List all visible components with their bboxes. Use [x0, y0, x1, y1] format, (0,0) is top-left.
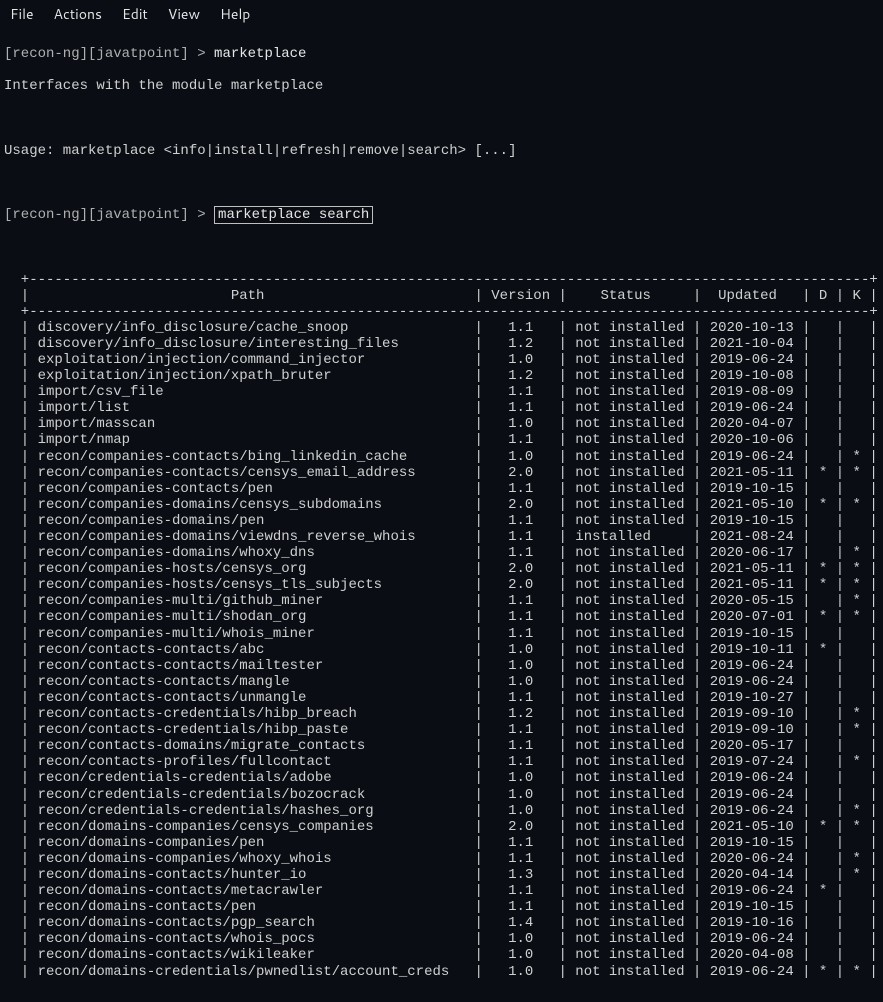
table-row: | recon/domains-companies/whoxy_whois | … [4, 851, 879, 867]
table-row: | recon/credentials-credentials/hashes_o… [4, 803, 879, 819]
table-row: | recon/companies-multi/whois_miner | 1.… [4, 626, 879, 642]
table-row: | import/nmap | 1.1 | not installed | 20… [4, 432, 879, 448]
command-2-highlighted: marketplace search [214, 206, 373, 224]
table-row: | recon/domains-contacts/pgp_search | 1.… [4, 915, 879, 931]
command-1: marketplace [214, 46, 306, 62]
table-row: | recon/contacts-domains/migrate_contact… [4, 738, 879, 754]
table-row: | recon/contacts-credentials/hibp_breach… [4, 706, 879, 722]
table-border: +---------------------------------------… [4, 272, 879, 288]
table-row: | recon/companies-domains/viewdns_revers… [4, 529, 879, 545]
table-row: | recon/contacts-contacts/mailtester | 1… [4, 658, 879, 674]
terminal-output[interactable]: [recon-ng][javatpoint] > marketplace Int… [0, 30, 883, 1002]
table-row: | exploitation/injection/xpath_bruter | … [4, 368, 879, 384]
table-row: | recon/companies-hosts/censys_tls_subje… [4, 577, 879, 593]
menu-bar: File Actions Edit View Help [0, 0, 883, 30]
menu-help[interactable]: Help [220, 6, 250, 22]
table-row: | recon/companies-hosts/censys_org | 2.0… [4, 561, 879, 577]
interface-line: Interfaces with the module marketplace [4, 78, 879, 94]
table-row: | recon/companies-contacts/pen | 1.1 | n… [4, 481, 879, 497]
table-border: +---------------------------------------… [4, 304, 879, 320]
prompt-context: [recon-ng][javatpoint] [4, 207, 197, 223]
table-row: | recon/domains-contacts/whois_pocs | 1.… [4, 931, 879, 947]
menu-edit[interactable]: Edit [122, 6, 148, 22]
table-row: | import/masscan | 1.0 | not installed |… [4, 416, 879, 432]
table-row: | recon/companies-contacts/bing_linkedin… [4, 449, 879, 465]
table-row: | recon/companies-domains/whoxy_dns | 1.… [4, 545, 879, 561]
table-row: | recon/domains-companies/censys_compani… [4, 819, 879, 835]
menu-file[interactable]: File [10, 6, 34, 22]
table-row: | recon/companies-multi/github_miner | 1… [4, 593, 879, 609]
table-row: | recon/domains-contacts/hunter_io | 1.3… [4, 867, 879, 883]
table-row: | recon/domains-companies/pen | 1.1 | no… [4, 835, 879, 851]
table-row: | recon/domains-contacts/metacrawler | 1… [4, 883, 879, 899]
table-row: | recon/contacts-contacts/mangle | 1.0 |… [4, 674, 879, 690]
menu-view[interactable]: View [168, 6, 200, 22]
table-row: | import/list | 1.1 | not installed | 20… [4, 400, 879, 416]
prompt-context: [recon-ng][javatpoint] [4, 46, 197, 62]
prompt-caret: > [197, 46, 214, 62]
table-header: | Path | Version | Status | Updated | D … [4, 288, 879, 304]
table-row: | recon/domains-contacts/pen | 1.1 | not… [4, 899, 879, 915]
prompt-caret: > [197, 207, 214, 223]
table-row: | recon/domains-contacts/wikileaker | 1.… [4, 947, 879, 963]
table-row: | recon/contacts-contacts/abc | 1.0 | no… [4, 642, 879, 658]
table-row: | recon/domains-credentials/pwnedlist/ac… [4, 964, 879, 980]
table-row: | recon/companies-domains/pen | 1.1 | no… [4, 513, 879, 529]
table-row: | recon/credentials-credentials/bozocrac… [4, 787, 879, 803]
table-row: | recon/companies-multi/shodan_org | 1.1… [4, 609, 879, 625]
table-row: | discovery/info_disclosure/interesting_… [4, 336, 879, 352]
menu-actions[interactable]: Actions [54, 6, 102, 22]
results-table: +---------------------------------------… [4, 272, 879, 980]
table-row: | recon/contacts-contacts/unmangle | 1.1… [4, 690, 879, 706]
table-row: | recon/companies-contacts/censys_email_… [4, 465, 879, 481]
table-row: | recon/companies-domains/censys_subdoma… [4, 497, 879, 513]
table-row: | exploitation/injection/command_injecto… [4, 352, 879, 368]
table-row: | recon/credentials-credentials/adobe | … [4, 770, 879, 786]
usage-line: Usage: marketplace <info|install|refresh… [4, 143, 879, 159]
table-row: | recon/contacts-credentials/hibp_paste … [4, 722, 879, 738]
table-row: | import/csv_file | 1.1 | not installed … [4, 384, 879, 400]
table-row: | recon/contacts-profiles/fullcontact | … [4, 754, 879, 770]
table-row: | discovery/info_disclosure/cache_snoop … [4, 320, 879, 336]
